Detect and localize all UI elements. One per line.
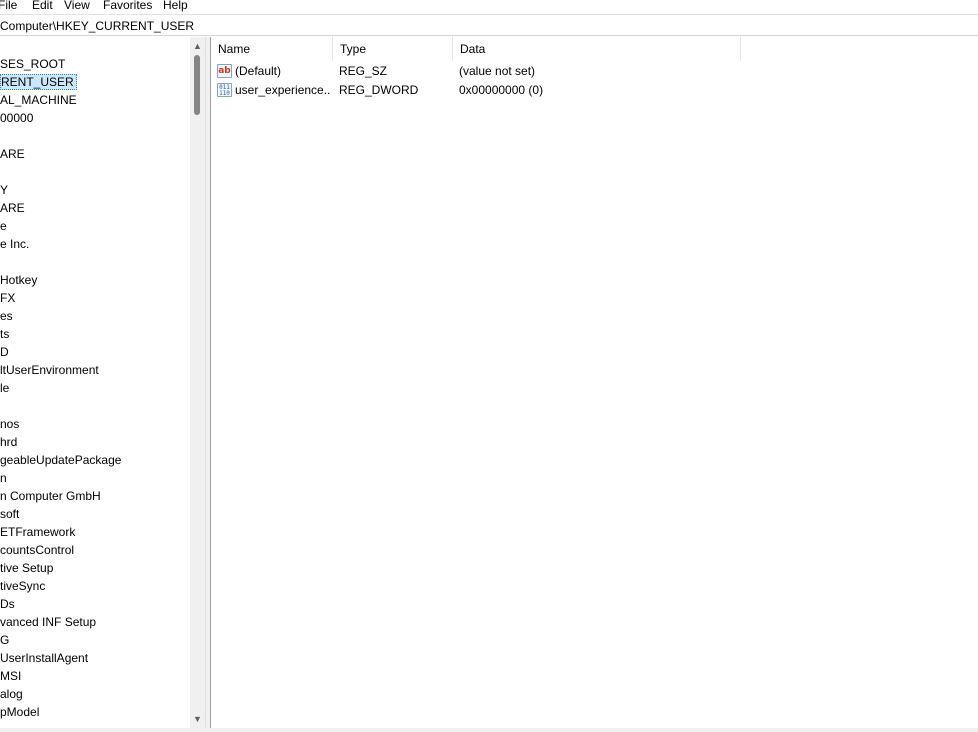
tree-item-label: ts — [0, 327, 10, 341]
tree-item-label: soft — [0, 507, 20, 521]
tree-item-label: e Inc. — [0, 237, 30, 251]
tree-item[interactable]: e — [0, 218, 7, 234]
tree-item[interactable]: Ds — [0, 596, 15, 612]
tree-item-label: pModel — [0, 705, 40, 719]
tree-item[interactable]: es — [0, 308, 13, 324]
tree-item-label: countsControl — [0, 543, 75, 557]
tree-item-label: tive Setup — [0, 561, 54, 575]
address-bar[interactable]: Computer\HKEY_CURRENT_USER — [0, 14, 978, 36]
menu-edit[interactable]: Edit — [32, 0, 53, 13]
tree-item[interactable]: SES_ROOT — [0, 56, 65, 72]
tree-item[interactable]: UserInstallAgent — [0, 650, 88, 666]
menu-file[interactable]: File — [0, 0, 17, 13]
tree-item-label: Hotkey — [0, 273, 38, 287]
tree-item-label: RENT_USER — [0, 74, 77, 90]
tree-item-label: 00000 — [0, 111, 34, 125]
value-type: REG_DWORD — [339, 83, 419, 97]
tree-item[interactable]: 00000 — [0, 110, 33, 126]
tree-item-label: G — [0, 633, 10, 647]
binary-icon-glyph: 011 110 — [218, 85, 231, 97]
tree-item-label: tiveSync — [0, 579, 46, 593]
tree-item[interactable]: soft — [0, 506, 19, 522]
tree-item[interactable]: D — [0, 344, 9, 360]
tree-item[interactable]: ARE — [0, 200, 25, 216]
tree-item[interactable]: le — [0, 380, 9, 396]
tree-item-label: Ds — [0, 597, 15, 611]
tree-item[interactable]: alog — [0, 686, 23, 702]
tree-item[interactable]: Hotkey — [0, 272, 37, 288]
menu-help[interactable]: Help — [163, 0, 188, 13]
binary-icon-line: 110 — [219, 90, 230, 97]
tree-item[interactable]: n — [0, 470, 7, 486]
tree-item[interactable]: tiveSync — [0, 578, 45, 594]
tree-vertical-scrollbar[interactable]: ▲ ▼ — [190, 37, 205, 732]
tree-item[interactable]: e Inc. — [0, 236, 29, 252]
tree-item-label: geableUpdatePackage — [0, 453, 122, 467]
tree-item[interactable]: Y — [0, 182, 8, 198]
tree-item[interactable]: hrd — [0, 434, 17, 450]
tree-item[interactable]: tive Setup — [0, 560, 53, 576]
tree-item-label: AL_MACHINE — [0, 93, 77, 107]
tree-item-label: ETFramework — [0, 525, 76, 539]
menu-bar: File Edit View Favorites Help — [0, 0, 978, 14]
string-value-icon: ab — [217, 64, 232, 78]
value-list-pane: Name Type Data ab (Default) REG_SZ (valu… — [211, 37, 978, 732]
tree-item-label: hrd — [0, 435, 18, 449]
tree-item[interactable]: n Computer GmbH — [0, 488, 101, 504]
tree-item[interactable]: MSI — [0, 668, 21, 684]
value-name: (Default) — [235, 64, 282, 78]
value-data: (value not set) — [459, 64, 536, 78]
tree-item[interactable]: G — [0, 632, 9, 648]
tree-item[interactable]: ARE — [0, 146, 25, 162]
scroll-down-arrow-icon[interactable]: ▼ — [190, 713, 205, 725]
address-path[interactable]: Computer\HKEY_CURRENT_USER — [0, 18, 194, 34]
binary-value-icon: 011 110 — [217, 83, 232, 97]
tree-item[interactable]: countsControl — [0, 542, 74, 558]
scroll-thumb[interactable] — [194, 55, 200, 115]
value-type: REG_SZ — [339, 64, 388, 78]
tree-item[interactable]: ETFramework — [0, 524, 75, 540]
column-header-data[interactable]: Data — [453, 37, 741, 61]
key-tree: SES_ROOT RENT_USER AL_MACHINE 00000 ARE Y ARE e… — [0, 37, 190, 732]
tree-item[interactable]: FX — [0, 290, 15, 306]
tree-item[interactable]: vanced INF Setup — [0, 614, 96, 630]
tree-item[interactable]: ltUserEnvironment — [0, 362, 99, 378]
tree-item-label: e — [0, 219, 7, 233]
tree-item-label: UserInstallAgent — [0, 651, 89, 665]
value-row[interactable]: 011 110 user_experience... REG_DWORD 0x00… — [211, 81, 978, 100]
tree-item-label: MSI — [0, 669, 22, 683]
tree-item-label: ARE — [0, 147, 25, 161]
tree-item[interactable]: AL_MACHINE — [0, 92, 77, 108]
value-row[interactable]: ab (Default) REG_SZ (value not set) — [211, 62, 978, 81]
key-tree-pane: SES_ROOT RENT_USER AL_MACHINE 00000 ARE Y ARE e… — [0, 37, 205, 732]
tree-item-label: n — [0, 471, 7, 485]
tree-item[interactable]: nos — [0, 416, 19, 432]
tree-item[interactable]: RENT_USER — [0, 74, 77, 90]
bottom-edge — [0, 728, 978, 732]
column-header-type[interactable]: Type — [333, 37, 453, 61]
tree-item-label: Y — [0, 183, 9, 197]
menu-favorites[interactable]: Favorites — [103, 0, 152, 13]
tree-item-label: SES_ROOT — [0, 57, 66, 71]
tree-item-label: nos — [0, 417, 20, 431]
tree-item-label: le — [0, 381, 10, 395]
tree-item[interactable]: ts — [0, 326, 9, 342]
tree-item-label: alog — [0, 687, 23, 701]
column-header-name[interactable]: Name — [211, 37, 333, 61]
tree-item-label: es — [0, 309, 13, 323]
tree-item-label: D — [0, 345, 9, 359]
value-data: 0x00000000 (0) — [459, 83, 544, 97]
tree-item-label: vanced INF Setup — [0, 615, 97, 629]
value-name: user_experience... — [235, 83, 331, 97]
tree-item-label: ltUserEnvironment — [0, 363, 99, 377]
tree-item-label: FX — [0, 291, 16, 305]
tree-item-label: ARE — [0, 201, 25, 215]
menu-view[interactable]: View — [64, 0, 90, 13]
tree-item[interactable]: geableUpdatePackage — [0, 452, 121, 468]
tree-item-label: n Computer GmbH — [0, 489, 101, 503]
scroll-up-arrow-icon[interactable]: ▲ — [190, 40, 205, 52]
tree-item[interactable]: pModel — [0, 704, 39, 720]
